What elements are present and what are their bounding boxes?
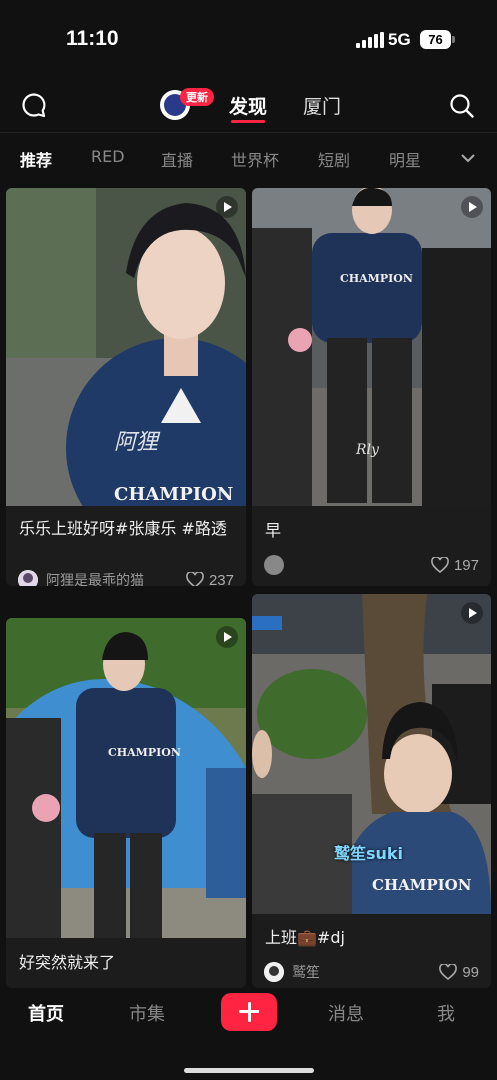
author-avatar[interactable] [264, 555, 284, 575]
play-icon [461, 196, 483, 218]
tab-xiamen[interactable]: 厦门 [303, 92, 341, 119]
nav-me[interactable]: 我 [437, 1000, 455, 1026]
category-recommend[interactable]: 推荐 [20, 147, 52, 171]
video-cover: Rly CHAMPION [252, 188, 491, 506]
video-cover: 鹫笙suki CHAMPION [252, 594, 491, 914]
publish-plus-button[interactable] [221, 993, 277, 1031]
like-button[interactable]: 197 [431, 557, 479, 574]
network-type: 5G [388, 30, 411, 49]
top-header: 更新 发现 厦门 [0, 80, 497, 132]
home-indicator [184, 1068, 314, 1073]
card-title: 好突然就来了 [19, 953, 116, 972]
category-world-cup[interactable]: 世界杯 [231, 147, 279, 171]
author-avatar[interactable] [264, 962, 284, 982]
play-icon [461, 602, 483, 624]
author-avatar[interactable] [18, 570, 38, 586]
status-bar: 11:10 5G 76 [0, 0, 497, 80]
shirt-print: CHAMPION [340, 272, 413, 285]
card-meta: 197 [264, 553, 479, 577]
play-icon [216, 196, 238, 218]
message-bubble-icon[interactable] [21, 92, 47, 122]
heart-icon [439, 964, 458, 980]
shirt-print: CHAMPION [114, 484, 234, 505]
like-count: 197 [453, 556, 479, 574]
author-name[interactable]: 阿狸是最乖的猫 [46, 570, 186, 586]
photo-watermark: Rly [356, 442, 379, 458]
card-title: 早 [265, 521, 282, 540]
category-red[interactable]: RED [91, 147, 125, 166]
play-icon [216, 626, 238, 648]
video-cover: 阿狸 CHAMPION [6, 188, 246, 506]
like-button[interactable]: 237 [186, 571, 234, 587]
feed-card[interactable]: Rly CHAMPION 早 197 [252, 188, 491, 586]
like-button[interactable]: 99 [439, 964, 479, 981]
heart-icon [186, 572, 204, 586]
feed-card[interactable]: 鹫笙suki CHAMPION 上班💼#dj 鹫笙 99 [252, 594, 491, 988]
category-celebrity[interactable]: 明星 [389, 147, 421, 171]
card-title: 乐乐上班好呀#张康乐 #路透 [19, 519, 227, 538]
shirt-print: CHAMPION [108, 746, 181, 759]
cellular-signal-icon [356, 32, 384, 48]
nav-messages[interactable]: 消息 [328, 1000, 364, 1026]
nav-market[interactable]: 市集 [129, 1000, 165, 1026]
like-count: 237 [208, 571, 234, 587]
update-badge: 更新 [180, 88, 214, 106]
status-time: 11:10 [66, 27, 119, 50]
card-meta: 鹫笙 99 [264, 960, 479, 984]
feed-card[interactable]: 阿狸 CHAMPION 乐乐上班好呀#张康乐 #路透 阿狸是最乖的猫 237 [6, 188, 246, 586]
search-icon[interactable] [449, 93, 475, 123]
feed-card[interactable]: CHAMPION 好突然就来了 [6, 618, 246, 988]
category-short-drama[interactable]: 短剧 [318, 147, 350, 171]
battery-cap [452, 36, 455, 43]
video-overlay-text: 鹫笙suki [334, 844, 404, 863]
card-meta: 阿狸是最乖的猫 237 [18, 568, 234, 586]
category-tabs: 推荐 RED 直播 世界杯 短剧 明星 [0, 132, 497, 183]
author-name[interactable]: 鹫笙 [292, 962, 439, 982]
shirt-print: CHAMPION [372, 876, 472, 894]
nav-home[interactable]: 首页 [28, 1000, 64, 1026]
chevron-down-icon[interactable] [458, 148, 478, 172]
tab-discover[interactable]: 发现 [229, 92, 267, 119]
bottom-nav: 首页 市集 消息 我 [0, 988, 497, 1080]
category-live[interactable]: 直播 [161, 147, 193, 171]
heart-icon [431, 557, 449, 573]
like-count: 99 [462, 963, 479, 981]
card-title: 上班💼#dj [265, 928, 345, 947]
photo-watermark: 阿狸 [114, 430, 159, 455]
video-cover: CHAMPION [6, 618, 246, 938]
battery-icon: 76 [420, 30, 451, 49]
active-tab-indicator [231, 120, 265, 123]
